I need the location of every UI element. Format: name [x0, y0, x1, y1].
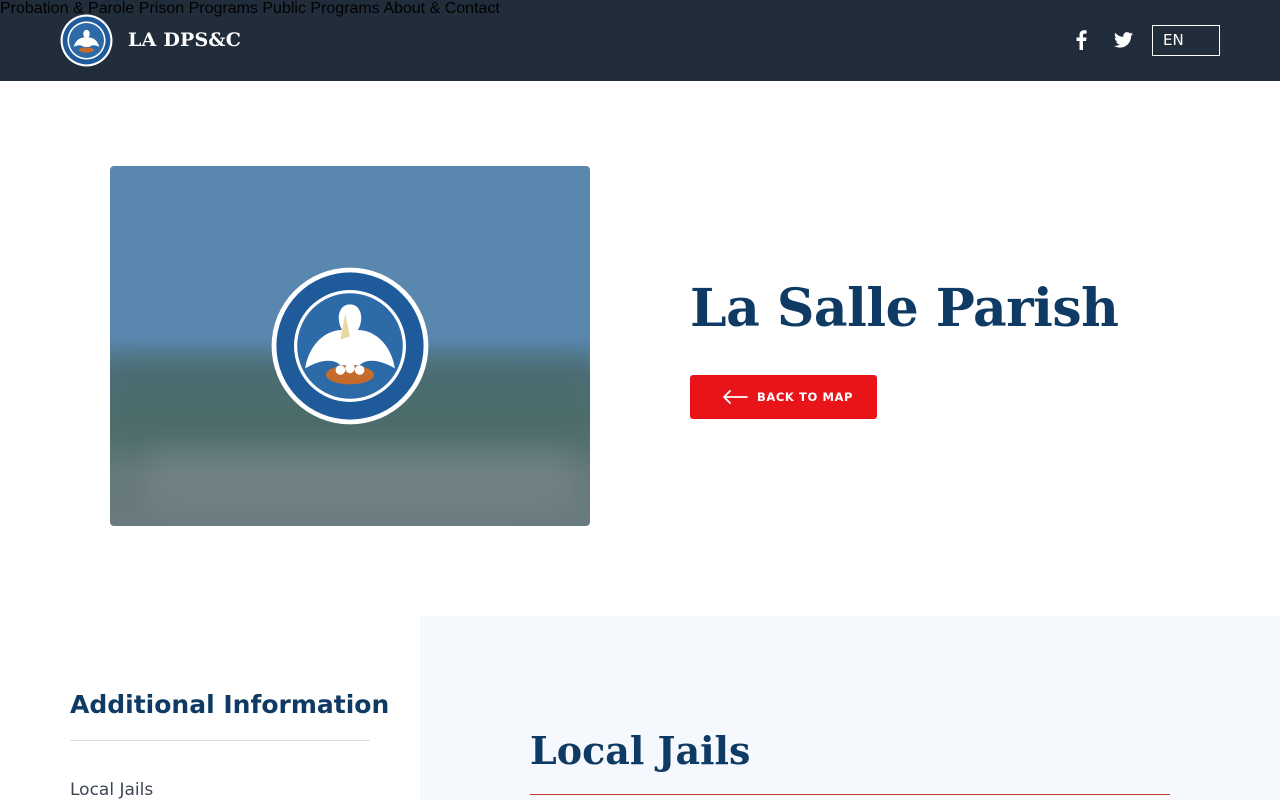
section-divider — [530, 794, 1170, 795]
twitter-icon[interactable] — [1112, 29, 1134, 51]
arrow-left-icon — [723, 390, 748, 404]
image-blur-layer — [150, 451, 570, 511]
brand-name: LA DPS&C — [128, 29, 242, 51]
nav-about-contact[interactable]: About & Contact — [383, 0, 500, 17]
state-seal-icon — [60, 14, 113, 66]
sidebar-title: Additional Information — [70, 690, 390, 719]
back-to-map-button[interactable]: BACK TO MAP — [690, 375, 877, 419]
nav-public-programs[interactable]: Public Programs — [262, 0, 379, 17]
top-navigation-bar: LA DPS&C Probation & Parole Prison Progr… — [0, 0, 1280, 81]
parish-image — [110, 166, 590, 526]
facebook-icon[interactable] — [1070, 29, 1092, 51]
sidebar-link-local-jails[interactable]: Local Jails — [70, 780, 153, 800]
sidebar-divider — [70, 740, 370, 741]
back-to-map-label: BACK TO MAP — [757, 390, 854, 404]
language-selector[interactable]: EN — [1152, 25, 1220, 56]
state-seal-icon — [271, 267, 429, 425]
section-title: Local Jails — [530, 728, 751, 773]
page-title: La Salle Parish — [690, 278, 1119, 339]
brand-home-link[interactable]: LA DPS&C — [60, 13, 241, 67]
